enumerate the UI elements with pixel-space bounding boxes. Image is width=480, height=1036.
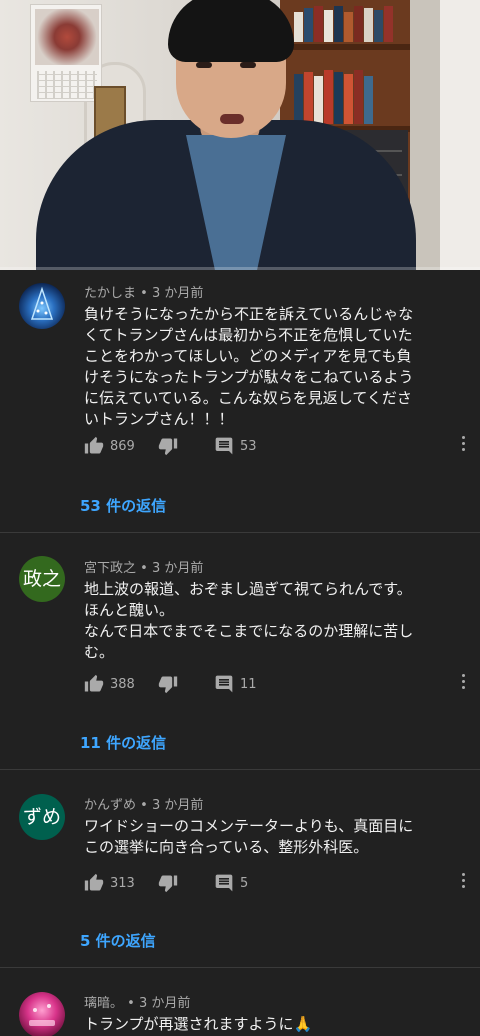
avatar[interactable]: ずめ xyxy=(19,794,65,840)
comment-meta: たかしま • 3 か月前 xyxy=(84,282,203,301)
comment-line: ことをわかってほしい。どのメディアを見ても負 xyxy=(84,347,412,365)
comment-item: 政之 宮下政之 • 3 か月前 地上波の報道、おぞまし過ぎて視てられんです。 ほ… xyxy=(0,533,480,769)
reply-count: 5 xyxy=(240,875,249,891)
comment-line: けそうになったトランプが駄々をこねているよう xyxy=(84,368,414,386)
reply-button[interactable]: 5 xyxy=(214,871,248,895)
meta-separator: • xyxy=(127,996,139,1011)
comment-icon xyxy=(215,874,233,892)
more-vert-icon[interactable] xyxy=(460,436,466,456)
comment-author[interactable]: 宮下政之 xyxy=(84,561,136,576)
comment-text: 負けそうになったから不正を訴えているんじゃな くてトランプさんは最初から不正を危… xyxy=(84,304,454,430)
reply-count: 11 xyxy=(240,676,257,692)
avatar-image xyxy=(29,1004,55,1026)
comment-time: 3 か月前 xyxy=(151,561,204,576)
view-replies-link[interactable]: 11 件の返信 xyxy=(80,732,166,753)
video-player[interactable] xyxy=(0,0,480,270)
presenter-hair xyxy=(168,0,294,62)
comment-line: 地上波の報道、おぞまし過ぎて視てられんです。 xyxy=(84,580,412,598)
comment-time: 3 か月前 xyxy=(151,798,204,813)
comment-meta: かんずめ • 3 か月前 xyxy=(84,794,203,813)
dislike-button[interactable] xyxy=(158,672,178,696)
like-count: 313 xyxy=(110,875,135,891)
meta-separator: • xyxy=(140,798,152,813)
thumb-up-icon xyxy=(84,436,104,454)
comment-line: トランプが再選されますように🙏 xyxy=(84,1015,313,1033)
avatar[interactable]: 政之 xyxy=(19,556,65,602)
reply-button[interactable]: 11 xyxy=(214,672,257,696)
more-vert-icon[interactable] xyxy=(460,873,466,893)
comment-line: ほんと醜い。 xyxy=(84,601,175,619)
comment-actions: 869 53 xyxy=(84,434,474,458)
like-button[interactable]: 388 xyxy=(84,672,135,696)
thumb-down-icon xyxy=(158,438,178,456)
comment-icon xyxy=(215,437,233,455)
comment-author[interactable]: かんずめ xyxy=(84,798,136,813)
presenter-eye-left xyxy=(196,62,212,68)
comment-text: トランプが再選されますように🙏 xyxy=(84,1014,454,1035)
comment-item: ずめ かんずめ • 3 か月前 ワイドショーのコメンテーターよりも、真面目に こ… xyxy=(0,770,480,967)
meta-separator: • xyxy=(140,286,152,301)
comment-item: たかしま • 3 か月前 負けそうになったから不正を訴えているんじゃな くてトラ… xyxy=(0,270,480,532)
comment-actions: 388 11 xyxy=(84,672,474,696)
thumb-down-icon xyxy=(158,875,178,893)
avatar[interactable] xyxy=(19,283,65,329)
background-wall-right xyxy=(440,0,480,270)
avatar-initials: 政之 xyxy=(22,568,61,590)
presenter-eye-right xyxy=(240,62,256,68)
avatar-tree-image xyxy=(30,286,54,320)
comment-meta: 璃暗。 • 3 か月前 xyxy=(84,992,190,1011)
comment-text: 地上波の報道、おぞまし過ぎて視てられんです。 ほんと醜い。 なんで日本でまでそこ… xyxy=(84,579,454,663)
comment-time: 3 か月前 xyxy=(151,286,204,301)
avatar[interactable] xyxy=(19,992,65,1036)
comment-line: くてトランプさんは最初から不正を危惧していた xyxy=(84,326,413,344)
view-replies-link[interactable]: 53 件の返信 xyxy=(80,495,166,516)
comment-time: 3 か月前 xyxy=(138,996,191,1011)
like-button[interactable]: 313 xyxy=(84,871,135,895)
comment-line: 負けそうになったから不正を訴えているんじゃな xyxy=(84,305,414,323)
wall-calendar xyxy=(30,4,102,102)
comment-line: に伝えていている。こんな奴らを見返してくださ xyxy=(84,389,412,407)
thumb-down-icon xyxy=(158,676,178,694)
more-vert-icon[interactable] xyxy=(460,674,466,694)
comment-line: む。 xyxy=(84,643,115,661)
reply-button[interactable]: 53 xyxy=(214,434,257,458)
dislike-button[interactable] xyxy=(158,871,178,895)
presenter-mouth xyxy=(220,114,244,124)
comment-actions: 313 5 xyxy=(84,871,474,895)
comment-meta: 宮下政之 • 3 か月前 xyxy=(84,557,203,576)
comment-item: 璃暗。 • 3 か月前 トランプが再選されますように🙏 xyxy=(0,968,480,1036)
like-count: 388 xyxy=(110,676,135,692)
comment-text: ワイドショーのコメンテーターよりも、真面目に この選挙に向き合っている、整形外科… xyxy=(84,816,454,858)
dislike-button[interactable] xyxy=(158,434,178,458)
avatar-initials: ずめ xyxy=(22,806,61,828)
comment-line: いトランプさん！！！ xyxy=(84,410,234,428)
comment-line: ワイドショーのコメンテーターよりも、真面目に xyxy=(84,817,414,835)
comment-author[interactable]: 璃暗。 xyxy=(84,996,123,1011)
comment-line: この選挙に向き合っている、整形外科医。 xyxy=(84,838,369,856)
comment-author[interactable]: たかしま xyxy=(84,286,136,301)
comment-line: なんで日本でまでそこまでになるのか理解に苦し xyxy=(84,622,414,640)
reply-count: 53 xyxy=(240,438,257,454)
comment-icon xyxy=(215,675,233,693)
like-button[interactable]: 869 xyxy=(84,434,135,458)
view-replies-link[interactable]: 5 件の返信 xyxy=(80,930,156,951)
like-count: 869 xyxy=(110,438,135,454)
thumb-up-icon xyxy=(84,674,104,692)
meta-separator: • xyxy=(140,561,152,576)
thumb-up-icon xyxy=(84,873,104,891)
